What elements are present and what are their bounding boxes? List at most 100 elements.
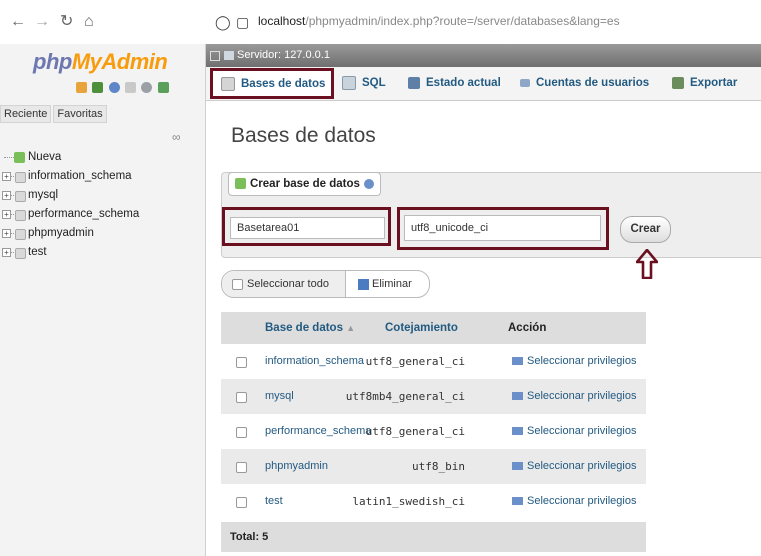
phpmyadmin-logo[interactable]: phpMyAdmin [33,49,168,75]
top-menu: Bases de datos SQL Estado actual Cuentas… [206,67,761,101]
tab-databases[interactable]: Bases de datos [210,68,334,99]
url-host: localhost [258,14,306,28]
row-checkbox[interactable] [236,357,247,368]
collation-value: utf8_general_ci [365,355,465,368]
tree-item-new[interactable]: Nueva [0,148,205,167]
tree-item-label: mysql [28,189,59,201]
tree-item-information-schema[interactable]: + information_schema [0,167,205,186]
reload-nav-icon[interactable] [157,82,169,94]
table-row: phpmyadmin utf8_bin Seleccionar privileg… [221,449,646,484]
collation-value: utf8_general_ci [365,425,465,438]
help-icon[interactable] [108,82,120,94]
privileges-link[interactable]: Seleccionar privilegios [512,344,636,379]
header-database[interactable]: Base de datos ▲ [265,312,355,344]
table-row: information_schema utf8_general_ci Selec… [221,344,646,379]
server-label[interactable]: Servidor: 127.0.0.1 [237,49,330,61]
bulk-actions-bar: Seleccionar todo Eliminar [221,270,430,298]
database-icon [15,229,26,240]
tree-item-phpmyadmin[interactable]: + phpmyadmin [0,224,205,243]
delete-label: Eliminar [372,278,412,290]
create-database-legend: Crear base de datos [228,172,381,196]
row-checkbox[interactable] [236,392,247,403]
row-checkbox[interactable] [236,427,247,438]
database-name-link[interactable]: phpmyadmin [265,449,328,484]
tab-status[interactable]: Estado actual [408,67,501,100]
delete-icon [358,278,369,290]
table-row: performance_schema utf8_general_ci Selec… [221,414,646,449]
privileges-link[interactable]: Seleccionar privilegios [512,379,636,414]
database-icon [15,210,26,221]
sidebar-tabs: Reciente Favoritas [0,105,109,123]
sidebar-quick-icons [76,80,171,94]
table-row: test latin1_swedish_ci Seleccionar privi… [221,484,646,519]
tree-item-performance-schema[interactable]: + performance_schema [0,205,205,224]
exit-icon[interactable] [92,82,104,94]
tree-item-label: Nueva [28,151,62,163]
tree-item-test[interactable]: + test [0,243,205,262]
database-name-link[interactable]: mysql [265,379,294,414]
tab-favorites[interactable]: Favoritas [53,105,107,123]
tab-recent[interactable]: Reciente [0,105,52,123]
header-collation[interactable]: Cotejamiento [385,312,458,344]
settings-icon[interactable] [141,82,153,94]
export-icon [672,76,684,89]
tree-connector [4,157,14,158]
privileges-icon [512,497,523,506]
help-icon[interactable] [363,178,374,189]
create-legend-label: Crear base de datos [250,178,360,190]
home-icon[interactable]: ⌂ [84,14,94,30]
reload-icon[interactable]: ↻ [60,14,73,30]
collapse-icon[interactable] [210,51,220,61]
privileges-icon [512,427,523,436]
select-all[interactable]: Seleccionar todo [222,271,346,297]
page-icon: ▢ [236,14,250,30]
tree-item-label: performance_schema [28,208,140,220]
shield-icon[interactable]: ◯ [215,14,231,30]
link-icon[interactable]: ∞ [172,130,181,144]
collation-value: latin1_swedish_ci [352,495,465,508]
server-icon [224,50,234,60]
database-icon [221,76,235,91]
database-name-link[interactable]: information_schema [265,344,364,379]
new-db-icon [235,178,246,190]
tab-label: Cuentas de usuarios [536,77,650,89]
browser-toolbar: ← → ↻ ⌂ ◯ ▢ localhost/phpmyadmin/index.p… [0,0,761,45]
database-name-link[interactable]: test [265,484,283,519]
tab-sql[interactable]: SQL [342,67,386,100]
privileges-link[interactable]: Seleccionar privilegios [512,414,636,449]
page-title: Bases de datos [231,124,376,147]
collation-select[interactable]: utf8_unicode_ci [404,215,601,241]
back-icon[interactable]: ← [10,14,26,30]
navigation-sidebar: phpMyAdmin Reciente Favoritas ∞ Nueva + i… [0,44,206,556]
home-icon[interactable] [76,82,87,94]
database-name-link[interactable]: performance_schema [265,414,371,449]
table-header: Base de datos ▲ Cotejamiento Acción [221,312,646,344]
tree-item-label: test [28,246,47,258]
main-content: Servidor: 127.0.0.1 Bases de datos SQL E… [206,44,761,556]
create-button[interactable]: Crear [620,216,671,243]
privileges-icon [512,357,523,366]
tree-item-mysql[interactable]: + mysql [0,186,205,205]
forward-icon[interactable]: → [34,14,50,30]
row-checkbox[interactable] [236,462,247,473]
tab-user-accounts[interactable]: Cuentas de usuarios [520,67,649,100]
database-icon [15,172,26,183]
select-all-checkbox[interactable] [232,278,243,290]
tab-label: Estado actual [426,77,501,89]
privileges-icon [512,462,523,471]
address-bar[interactable]: localhost/phpmyadmin/index.php?route=/se… [258,14,620,28]
new-db-icon [14,152,25,163]
url-path: /phpmyadmin/index.php?route=/server/data… [305,14,620,28]
docs-icon[interactable] [125,82,137,94]
db-name-input[interactable]: Basetarea01 [230,217,385,239]
header-action: Acción [508,322,547,334]
privileges-link[interactable]: Seleccionar privilegios [512,449,636,484]
table-row: mysql utf8mb4_general_ci Seleccionar pri… [221,379,646,414]
privileges-link[interactable]: Seleccionar privilegios [512,484,636,519]
collation-value: utf8mb4_general_ci [345,390,465,403]
tab-export[interactable]: Exportar [672,67,737,100]
status-icon [408,76,420,89]
privileges-icon [512,392,523,401]
row-checkbox[interactable] [236,497,247,508]
delete-button[interactable]: Eliminar [358,271,412,297]
